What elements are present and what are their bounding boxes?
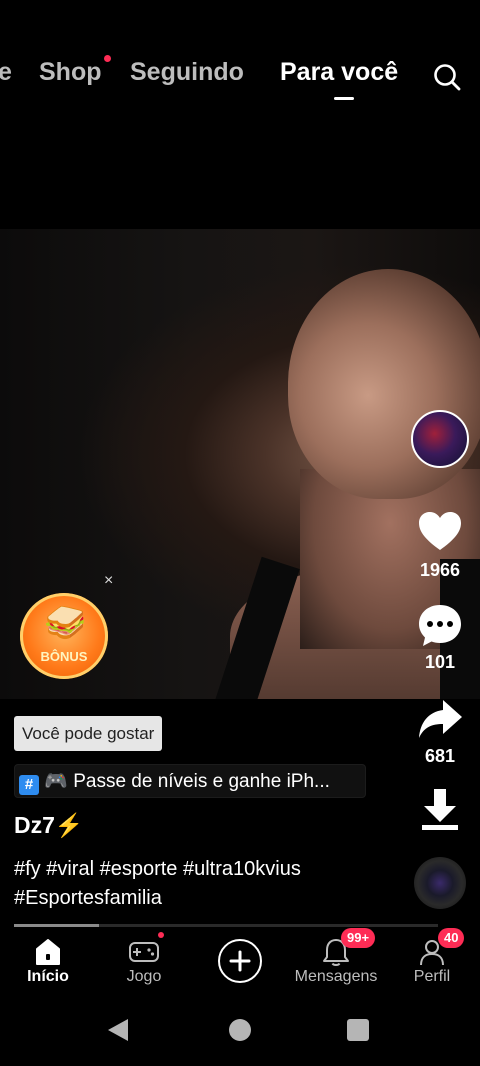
comment-count: 101	[424, 652, 456, 672]
search-icon[interactable]	[432, 62, 462, 92]
shop-notification-dot	[104, 55, 111, 62]
video-progress-fill	[14, 924, 99, 927]
tab-active-indicator	[334, 97, 354, 100]
comment-icon[interactable]	[416, 602, 464, 650]
share-icon[interactable]	[416, 696, 464, 744]
home-icon	[36, 939, 60, 965]
system-home-button[interactable]	[229, 1019, 251, 1041]
profile-badge: 40	[438, 928, 465, 948]
download-icon[interactable]	[416, 786, 464, 834]
nav-messages-label: Mensagens	[294, 968, 378, 985]
tab-partial[interactable]: e	[0, 58, 12, 87]
nav-game[interactable]: Jogo	[96, 934, 192, 994]
like-count: 1966	[419, 560, 461, 580]
game-promo-text: 🎮 Passe de níveis e ganhe iPh...	[44, 771, 330, 792]
nav-home[interactable]: Início	[0, 934, 96, 994]
game-promo-link[interactable]: # 🎮 Passe de níveis e ganhe iPh...	[14, 764, 366, 798]
game-controller-icon	[129, 942, 159, 962]
suggestion-label[interactable]: Você pode gostar	[14, 716, 163, 751]
system-recents-button[interactable]	[347, 1019, 369, 1041]
hashtag-badge-icon: #	[19, 775, 39, 795]
music-disc[interactable]	[414, 857, 466, 909]
tab-shop[interactable]: Shop	[39, 58, 102, 87]
nav-home-label: Início	[27, 968, 69, 985]
caption-hashtags[interactable]: #fy #viral #esporte #ultra10kvius #Espor…	[14, 855, 344, 913]
share-count: 681	[424, 746, 456, 766]
creator-username[interactable]: Dz7⚡	[14, 812, 84, 839]
nav-profile[interactable]: Perfil	[384, 934, 480, 994]
system-back-button[interactable]	[108, 1019, 128, 1041]
nav-profile-label: Perfil	[413, 968, 451, 985]
heart-icon[interactable]	[416, 508, 464, 556]
bonus-button[interactable]: 🥪 BÔNUS	[20, 593, 108, 679]
bonus-label: BÔNUS	[40, 649, 88, 664]
tab-for-you[interactable]: Para você	[280, 58, 398, 87]
video-progress-bar[interactable]	[14, 924, 438, 927]
creator-avatar[interactable]	[411, 410, 469, 468]
create-button[interactable]	[218, 939, 262, 983]
messages-badge: 99+	[341, 928, 376, 948]
bonus-close-button[interactable]: ×	[104, 572, 113, 590]
nav-game-label: Jogo	[126, 968, 162, 985]
game-notification-dot	[158, 932, 164, 938]
plus-icon	[229, 950, 251, 972]
tab-following[interactable]: Seguindo	[130, 58, 244, 87]
sandwich-icon: 🥪	[44, 604, 87, 642]
